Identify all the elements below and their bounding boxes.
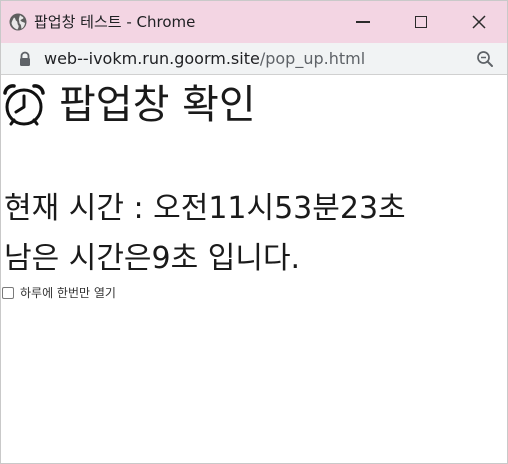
open-once-a-day-option[interactable]: 하루에 한번만 열기 xyxy=(2,284,116,302)
minimize-icon xyxy=(356,21,370,23)
close-button[interactable] xyxy=(450,1,508,43)
maximize-button[interactable] xyxy=(392,1,450,43)
title-bar[interactable]: 팝업창 테스트 - Chrome xyxy=(1,1,507,43)
page-content: 팝업창 확인 현재 시간 : 오전11시53분23초 남은 시간은9초 입니다.… xyxy=(1,75,507,464)
close-icon xyxy=(472,15,486,29)
open-once-a-day-checkbox[interactable] xyxy=(2,287,14,299)
globe-icon xyxy=(9,13,27,31)
current-time-text: 현재 시간 : 오전11시53분23초 xyxy=(4,191,406,226)
open-once-a-day-label[interactable]: 하루에 한번만 열기 xyxy=(20,285,116,301)
alarm-clock-icon xyxy=(3,84,45,126)
minimize-button[interactable] xyxy=(334,1,392,43)
page-title: 팝업창 확인 xyxy=(59,82,256,128)
browser-popup-window: 팝업창 테스트 - Chrome web--ivokm.run.goorm.si… xyxy=(0,0,508,464)
url-path: /pop_up.html xyxy=(259,49,366,68)
page-heading: 팝업창 확인 xyxy=(1,79,256,131)
lock-icon[interactable] xyxy=(17,51,33,67)
remaining-time-text: 남은 시간은9초 입니다. xyxy=(4,241,301,276)
maximize-icon xyxy=(415,16,427,28)
url-host: web--ivokm.run.goorm.site xyxy=(44,49,260,68)
url-text[interactable]: web--ivokm.run.goorm.site/pop_up.html xyxy=(44,49,365,69)
zoom-icon[interactable] xyxy=(475,49,495,69)
address-bar[interactable]: web--ivokm.run.goorm.site/pop_up.html xyxy=(1,43,507,75)
window-title: 팝업창 테스트 - Chrome xyxy=(34,13,196,31)
